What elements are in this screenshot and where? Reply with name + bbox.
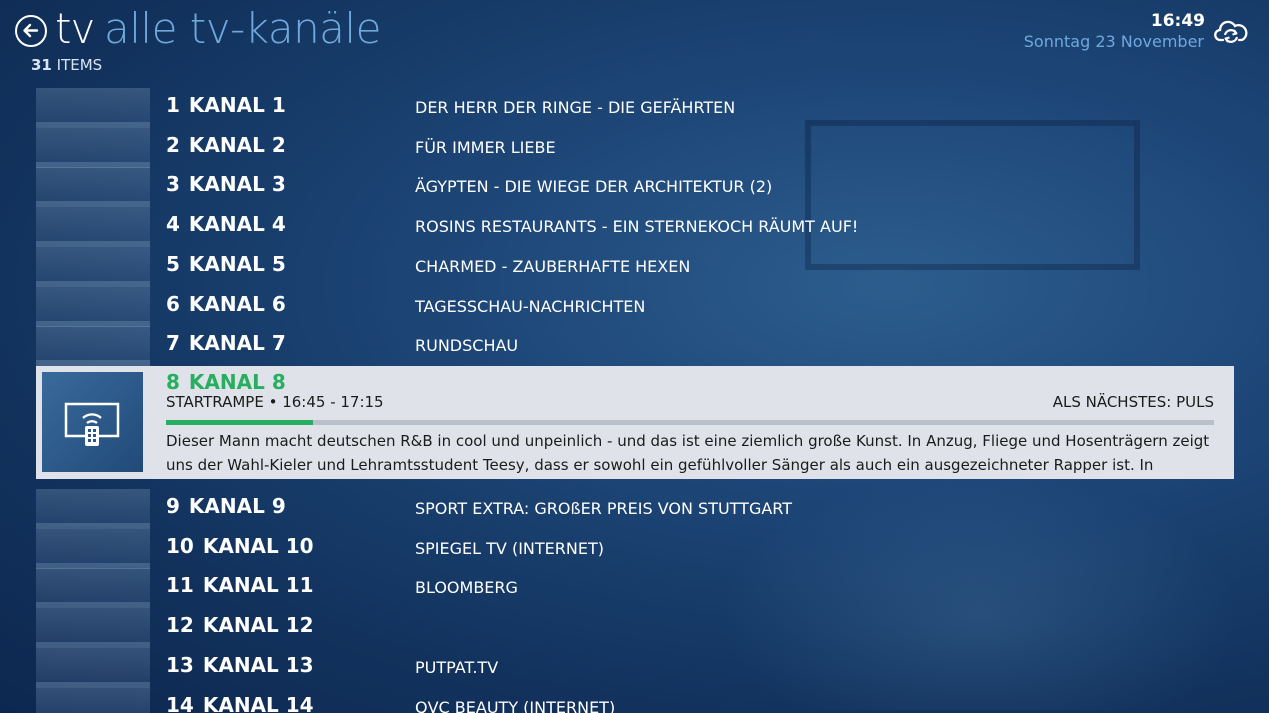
channel-label: KANAL 9	[188, 494, 286, 518]
channel-name: 14 KANAL 14	[166, 693, 314, 713]
show-description: Dieser Mann macht deutschen R&B in cool …	[166, 432, 1210, 474]
channel-row[interactable]: 13 KANAL 13 PUTPAT.TV	[0, 647, 1269, 688]
channel-row[interactable]: 11 KANAL 11 BLOOMBERG	[0, 568, 1269, 609]
channel-row[interactable]: 1 KANAL 1 DER HERR DER RINGE - DIE GEFÄHRT…	[0, 88, 1269, 128]
channel-thumbnail	[42, 372, 143, 472]
channel-thumbnail	[36, 568, 150, 609]
back-arrow-circle-icon[interactable]	[15, 15, 47, 47]
channel-label: KANAL 12	[202, 613, 314, 638]
channel-number: 5	[166, 251, 180, 276]
channel-number: 4	[166, 212, 180, 237]
channel-name: 3 KANAL 3	[166, 172, 286, 196]
channel-number: 14	[166, 692, 194, 713]
header: tv alle tv-kanäle 31 ITEMS 16:49 Sonntag…	[0, 0, 1269, 84]
channel-row[interactable]: 5 KANAL 5 CHARMED - ZAUBERHAFTE HEXEN	[0, 246, 1269, 287]
channel-thumbnail	[36, 207, 150, 248]
channel-label: KANAL 5	[188, 251, 286, 276]
channel-number: 11	[166, 573, 194, 598]
channel-row[interactable]: 7 KANAL 7 RUNDSCHAU	[0, 326, 1269, 367]
channel-thumbnail	[36, 286, 150, 327]
channel-label: KANAL 10	[202, 533, 314, 558]
channel-number: 12	[166, 613, 194, 638]
date: Sonntag 23 November	[1023, 32, 1204, 51]
channel-thumbnail	[36, 127, 150, 168]
channel-name: 11 KANAL 11	[166, 573, 314, 597]
channel-thumbnail	[36, 608, 150, 649]
program-title: ROSINS RESTAURANTS - EIN STERNEKOCH RÄUM…	[415, 217, 859, 237]
channel-label: KANAL 2	[188, 132, 286, 157]
channel-thumbnail	[36, 489, 150, 529]
channel-label: KANAL 13	[202, 652, 314, 677]
channel-thumbnail	[36, 88, 150, 128]
channel-number: 6	[166, 291, 180, 316]
channel-thumbnail	[36, 647, 150, 688]
tv-remote-icon	[64, 402, 120, 446]
channel-list: 1 KANAL 1 DER HERR DER RINGE - DIE GEFÄHRT…	[0, 88, 1269, 713]
channel-name: 6 KANAL 6	[166, 292, 286, 316]
program-title: RUNDSCHAU	[415, 336, 519, 356]
program-title: TAGESSCHAU-NACHRICHTEN	[415, 296, 646, 316]
channel-number: 2	[166, 132, 180, 157]
channel-thumbnail	[36, 528, 150, 569]
page-title: alle tv-kanäle	[104, 4, 381, 53]
program-title: SPIEGEL TV (INTERNET)	[415, 538, 604, 558]
channel-label: KANAL 1	[188, 93, 286, 117]
next-show: ALS NÄCHSTES: PULS	[1052, 393, 1214, 411]
channel-number: 9	[166, 494, 180, 518]
program-title: FÜR IMMER LIEBE	[415, 137, 556, 157]
channel-number: 8	[166, 370, 180, 394]
channel-name: 7 KANAL 7	[166, 331, 286, 355]
channel-thumbnail	[36, 326, 150, 367]
channel-row[interactable]: 6 KANAL 6 TAGESSCHAU-NACHRICHTEN	[0, 286, 1269, 327]
channel-name: 2 KANAL 2	[166, 133, 286, 157]
items-count-number: 31	[31, 56, 52, 74]
channel-label: KANAL 3	[188, 172, 286, 197]
channel-number: 13	[166, 652, 194, 677]
channel-name: 12 KANAL 12	[166, 613, 314, 637]
channel-row[interactable]: 14 KANAL 14 QVC BEAUTY (INTERNET)	[0, 687, 1269, 713]
channel-thumbnail	[36, 167, 150, 208]
show-progress-bar	[166, 420, 1214, 425]
program-title: SPORT EXTRA: GROßER PREIS VON STUTTGART	[415, 499, 793, 518]
items-count-label: ITEMS	[56, 56, 103, 74]
channel-row[interactable]: 12 KANAL 12	[0, 608, 1269, 649]
items-count: 31 ITEMS	[31, 56, 102, 74]
channel-name: 4 KANAL 4	[166, 212, 286, 236]
channel-label: KANAL 4	[188, 212, 286, 237]
program-title: ÄGYPTEN - DIE WIEGE DER ARCHITEKTUR (2)	[415, 177, 773, 197]
channel-number: 7	[166, 331, 180, 356]
program-title: CHARMED - ZAUBERHAFTE HEXEN	[415, 256, 691, 276]
channel-name: 1 KANAL 1	[166, 93, 286, 117]
channel-row[interactable]: 2 KANAL 2 FÜR IMMER LIEBE	[0, 127, 1269, 168]
channel-row-selected[interactable]: 8 KANAL 8 STARTRAMPE • 16:45 - 17:15 ALS …	[36, 366, 1234, 479]
show-progress-fill	[166, 420, 313, 425]
channel-name: 10 KANAL 10	[166, 534, 314, 558]
channel-label: KANAL 8	[188, 370, 286, 394]
channel-thumbnail	[36, 687, 150, 713]
channel-thumbnail	[36, 246, 150, 287]
channel-name: 9 KANAL 9	[166, 494, 286, 518]
channel-label: KANAL 14	[202, 692, 314, 713]
channel-row[interactable]: 9 KANAL 9 SPORT EXTRA: GROßER PREIS VON ST…	[0, 489, 1269, 529]
section-title: tv	[55, 4, 95, 53]
clock: 16:49	[1150, 11, 1205, 31]
channel-number: 10	[166, 533, 194, 558]
channel-name: 8 KANAL 8	[166, 370, 286, 394]
channel-number: 3	[166, 172, 180, 197]
channel-name: 5 KANAL 5	[166, 252, 286, 276]
channel-number: 1	[166, 93, 180, 117]
cloud-sync-icon[interactable]	[1214, 18, 1248, 46]
channel-row[interactable]: 3 KANAL 3 ÄGYPTEN - DIE WIEGE DER ARCHITEK…	[0, 167, 1269, 208]
channel-label: KANAL 7	[188, 331, 286, 356]
channel-name: 13 KANAL 13	[166, 653, 314, 677]
program-title: DER HERR DER RINGE - DIE GEFÄHRTEN	[415, 98, 736, 117]
program-title: BLOOMBERG	[415, 578, 518, 598]
program-title: QVC BEAUTY (INTERNET)	[415, 697, 616, 713]
current-show: STARTRAMPE • 16:45 - 17:15	[166, 393, 384, 411]
channel-label: KANAL 11	[202, 573, 314, 598]
channel-label: KANAL 6	[188, 291, 286, 316]
program-title: PUTPAT.TV	[415, 657, 499, 677]
channel-row[interactable]: 10 KANAL 10 SPIEGEL TV (INTERNET)	[0, 528, 1269, 569]
channel-row[interactable]: 4 KANAL 4 ROSINS RESTAURANTS - EIN STERNEK…	[0, 207, 1269, 248]
